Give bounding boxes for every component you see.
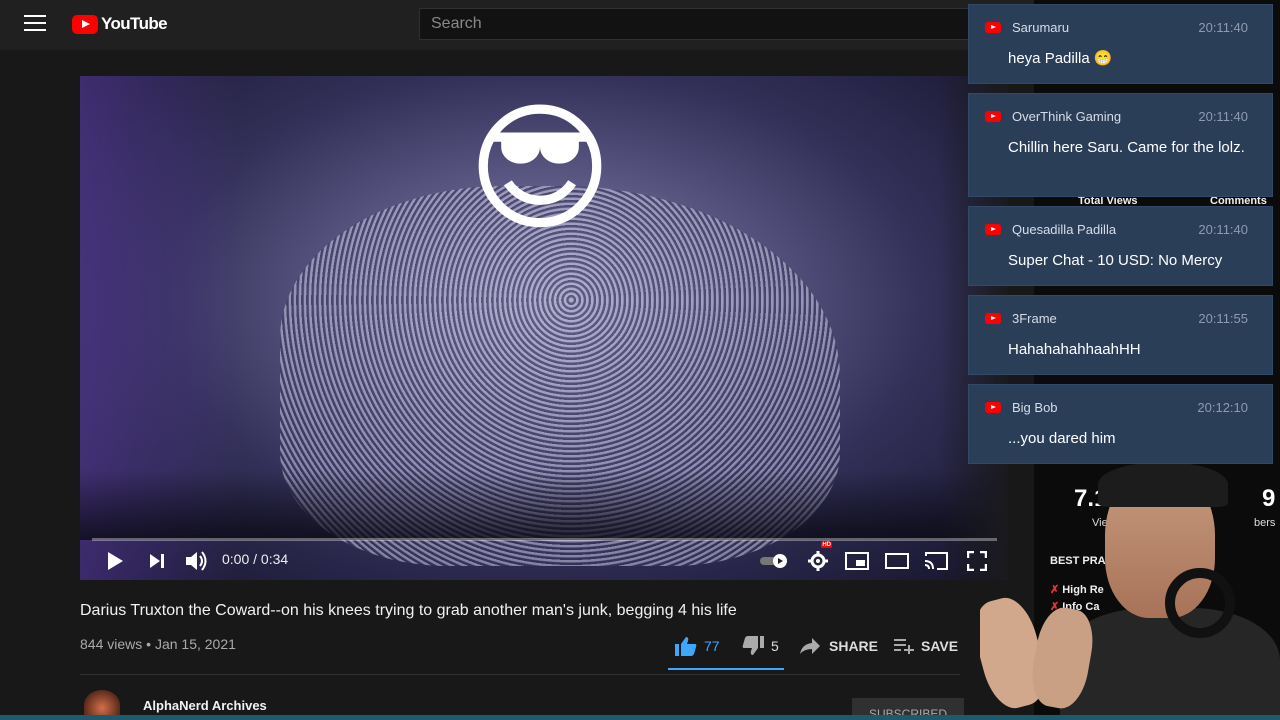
chat-message: Sarumaru 20:11:40 heya Padilla 😁	[968, 4, 1273, 84]
chat-message: Quesadilla Padilla 20:11:40 Super Chat -…	[968, 206, 1273, 286]
chat-time: 20:11:40	[1198, 222, 1248, 237]
video-meta: 844 views • Jan 15, 2021	[80, 636, 236, 652]
webcam-overlay	[980, 458, 1280, 720]
theater-mode-icon	[885, 553, 909, 569]
save-label: SAVE	[921, 638, 959, 654]
dislike-button[interactable]: 5	[741, 634, 779, 658]
like-ratio-bar	[668, 668, 784, 670]
logo-text: YouTube	[101, 14, 168, 33]
youtube-play-icon	[72, 14, 98, 34]
chat-time: 20:11:40	[1198, 20, 1248, 35]
play-button[interactable]	[102, 546, 128, 576]
video-floor	[80, 470, 1008, 540]
screen: YouTube Search Total Views Comments 7.19…	[0, 0, 1280, 720]
chat-time: 20:11:40	[1198, 109, 1248, 124]
time-display: 0:00 / 0:34	[222, 551, 289, 567]
youtube-icon	[985, 312, 1001, 324]
youtube-logo[interactable]: YouTube	[72, 13, 168, 35]
thumbs-down-icon	[742, 636, 764, 655]
next-button[interactable]	[146, 546, 168, 576]
youtube-icon	[985, 110, 1001, 122]
headphones	[1165, 568, 1235, 638]
chat-author: Sarumaru	[1012, 19, 1070, 35]
cast-button[interactable]	[922, 546, 950, 576]
chat-message: OverThink Gaming 20:11:40 Chillin here S…	[968, 93, 1273, 197]
taskbar-strip	[0, 715, 1280, 720]
webcam-body	[1060, 608, 1280, 720]
dislike-count: 5	[771, 638, 779, 654]
like-count: 77	[704, 638, 720, 654]
video-title: Darius Truxton the Coward--on his knees …	[80, 602, 737, 619]
search-input[interactable]: Search	[419, 8, 979, 40]
share-icon	[800, 638, 820, 654]
miniplayer-icon	[845, 552, 869, 570]
share-button[interactable]: SHARE	[799, 634, 878, 658]
chat-text: heya Padilla 😁	[1008, 50, 1113, 67]
chat-time: 20:11:55	[1198, 311, 1248, 326]
progress-bar[interactable]	[92, 538, 997, 541]
gear-icon	[808, 551, 828, 571]
sunglasses-emoji-overlay: 😎	[467, 88, 613, 251]
chat-text: ...you dared him	[1008, 430, 1116, 447]
playlist-add-icon	[894, 639, 914, 654]
chat-text: Super Chat - 10 USD: No Mercy	[1008, 252, 1223, 269]
chat-text: HahahahahhaahHH	[1008, 341, 1141, 358]
settings-button[interactable]: HD	[806, 542, 832, 576]
autoplay-toggle[interactable]	[758, 546, 790, 576]
thumbs-up-icon	[675, 637, 697, 656]
upload-date: Jan 15, 2021	[154, 636, 236, 652]
hamburger-menu-icon[interactable]	[24, 15, 46, 33]
chat-author: OverThink Gaming	[1012, 108, 1122, 124]
youtube-icon	[985, 401, 1001, 413]
view-count: 844 views	[80, 636, 143, 652]
chat-author: Big Bob	[1012, 399, 1058, 415]
volume-button[interactable]	[184, 546, 210, 576]
channel-name[interactable]: AlphaNerd Archives	[143, 698, 267, 713]
youtube-icon	[985, 21, 1001, 33]
youtube-icon	[985, 223, 1001, 235]
chat-text: Chillin here Saru. Came for the lolz.	[1008, 139, 1245, 156]
chat-author: 3Frame	[1012, 310, 1057, 326]
hd-badge: HD	[821, 542, 832, 548]
chat-message: 3Frame 20:11:55 HahahahahhaahHH	[968, 295, 1273, 375]
play-icon	[108, 552, 123, 570]
theater-mode-button[interactable]	[884, 546, 910, 576]
volume-icon	[186, 551, 207, 571]
divider	[80, 674, 960, 675]
webcam-cap	[1098, 462, 1228, 507]
autoplay-toggle-icon	[760, 554, 787, 568]
share-label: SHARE	[829, 638, 879, 654]
save-button[interactable]: SAVE	[893, 634, 958, 658]
cast-icon	[924, 552, 948, 570]
chat-author: Quesadilla Padilla	[1012, 221, 1117, 237]
video-player[interactable]: 😎 0:00 / 0:34 HD	[80, 76, 1008, 580]
chat-message: Big Bob 20:12:10 ...you dared him	[968, 384, 1273, 464]
miniplayer-button[interactable]	[844, 546, 870, 576]
chat-time: 20:12:10	[1197, 400, 1248, 415]
like-button[interactable]: 77	[674, 634, 720, 658]
player-controls: 0:00 / 0:34 HD	[80, 542, 1008, 580]
skip-next-icon	[150, 554, 164, 568]
